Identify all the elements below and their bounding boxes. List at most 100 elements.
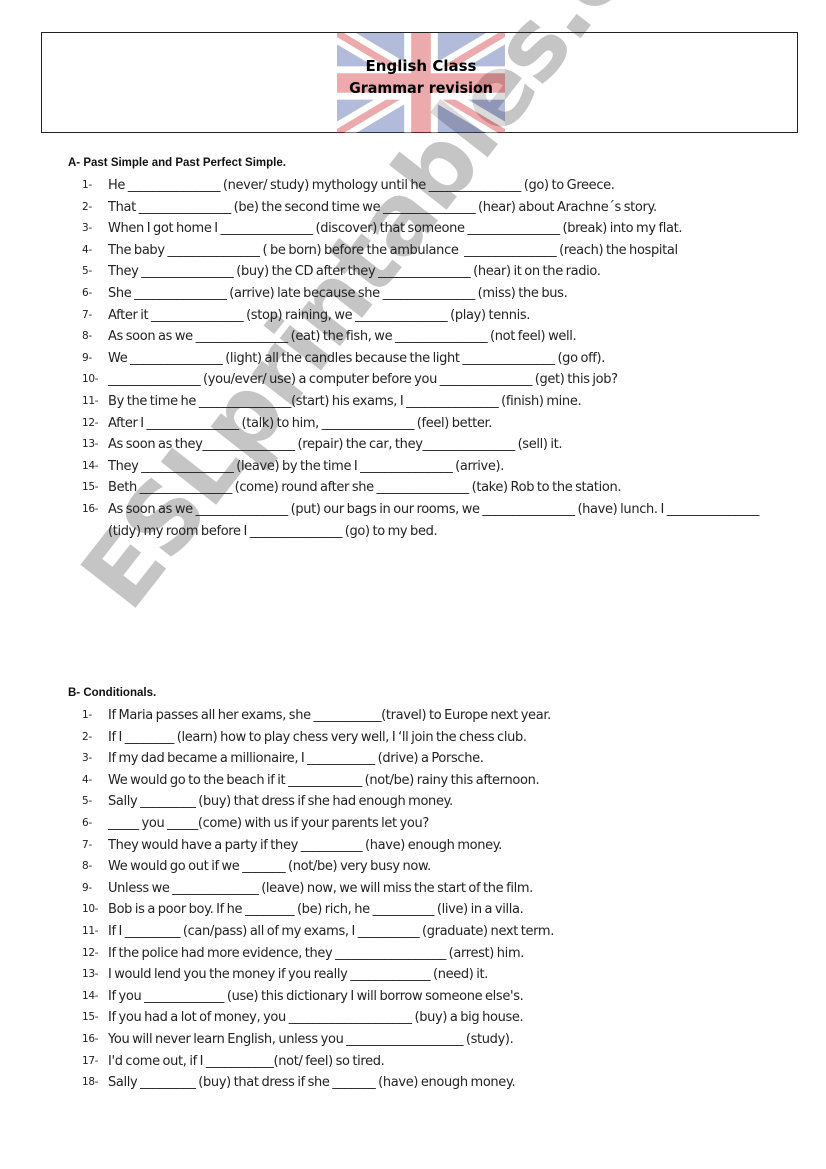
exercise-item: 7- They would have a party if they ______… (68, 835, 768, 857)
item-text: If the police had more evidence, they __… (108, 945, 525, 961)
exercise-item: 5- They _______________ (buy) the CD afte… (68, 261, 768, 283)
exercise-item: 13- I would lend you the money if you rea… (68, 964, 768, 986)
item-text: If you _____________ (use) this dictiona… (108, 988, 524, 1004)
exercise-item: 2- That _______________ (be) the second t… (68, 197, 768, 219)
exercise-item: 3- If my dad became a millionaire, I ____… (68, 748, 768, 770)
item-number: 16- (82, 1032, 99, 1045)
item-number: 18- (82, 1076, 99, 1089)
exercise-item: 11- By the time he _______________(start)… (68, 391, 768, 413)
exercise-item: 16- You will never learn English, unless … (68, 1029, 768, 1051)
item-text: We would go to the beach if it _________… (108, 772, 540, 788)
page-title: English Class (365, 57, 477, 75)
item-text: They would have a party if they ________… (108, 837, 503, 853)
item-text: As soon as they_______________ (repair) … (108, 437, 563, 453)
item-number: 16- (82, 502, 99, 515)
item-text: By the time he _______________(start) hi… (108, 393, 582, 409)
item-number: 15- (82, 481, 99, 494)
item-text: When I got home I _______________ (disco… (108, 221, 683, 237)
item-text: If I _________ (can/pass) all of my exam… (108, 923, 554, 939)
item-text: _____ you _____(come) with us if your pa… (108, 815, 429, 831)
item-number: 14- (82, 459, 99, 472)
section-b-heading: B- Conditionals. (68, 687, 157, 699)
item-number: 5- (82, 265, 92, 278)
exercise-item: 18- Sally _________ (buy) that dress if s… (68, 1072, 768, 1094)
item-number: 12- (82, 416, 99, 429)
exercise-item: 5- Sally _________ (buy) that dress if sh… (68, 791, 768, 813)
exercise-item: 14- They _______________ (leave) by the t… (68, 456, 768, 478)
section-a-heading: A- Past Simple and Past Perfect Simple. (68, 157, 286, 169)
exercise-item: 16- As soon as we _______________ (put) o… (68, 499, 768, 542)
item-number: 9- (82, 881, 92, 894)
exercise-item: 3- When I got home I _______________ (dis… (68, 218, 768, 240)
item-number: 1- (82, 179, 92, 191)
exercise-item: 9- Unless we ______________ (leave) now, … (68, 878, 768, 900)
exercise-item: 11- If I _________ (can/pass) all of my e… (68, 921, 768, 943)
item-text: As soon as we _______________ (put) our … (108, 501, 762, 539)
item-text: Sally _________ (buy) that dress if she … (108, 794, 453, 810)
exercise-item: 12- After I _______________ (talk) to him… (68, 413, 768, 435)
exercise-item: 14- If you _____________ (use) this dicti… (68, 986, 768, 1008)
item-number: 9- (82, 351, 92, 364)
item-text: If I ________ (learn) how to play chess … (108, 729, 527, 745)
item-text: I'd come out, if I ___________(not/ feel… (108, 1053, 385, 1069)
item-text: If my dad became a millionaire, I ______… (108, 751, 484, 767)
item-number: 5- (82, 795, 92, 808)
section-b-list: 1- If Maria passes all her exams, she ___… (68, 705, 768, 1094)
item-text: As soon as we _______________ (eat) the … (108, 329, 577, 345)
item-text: They _______________ (buy) the CD after … (108, 264, 601, 280)
item-number: 3- (82, 752, 92, 765)
item-number: 7- (82, 308, 92, 321)
page-subtitle: Grammar revision (349, 79, 493, 97)
item-number: 17- (82, 1054, 99, 1067)
exercise-item: 13- As soon as they_______________ (repai… (68, 434, 768, 456)
item-number: 4- (82, 243, 92, 256)
item-text: He _______________ (never/ study) mythol… (108, 178, 615, 193)
item-text: They _______________ (leave) by the time… (108, 458, 505, 474)
exercise-item: 1- He _______________ (never/ study) myth… (68, 175, 768, 197)
item-text: The baby _______________ ( be born) befo… (108, 242, 678, 258)
exercise-item: 15- If you had a lot of money, you ______… (68, 1007, 768, 1029)
item-number: 6- (82, 286, 92, 299)
exercise-item: 1- If Maria passes all her exams, she ___… (68, 705, 768, 727)
exercise-item: 8- We would go out if we _______ (not/be)… (68, 856, 768, 878)
header-box: English Class Grammar revision (41, 32, 798, 133)
item-number: 14- (82, 989, 99, 1002)
exercise-item: 4- We would go to the beach if it _______… (68, 770, 768, 792)
item-number: 8- (82, 860, 92, 873)
exercise-item: 4- The baby _______________ ( be born) be… (68, 240, 768, 262)
item-number: 8- (82, 330, 92, 343)
item-text: If you had a lot of money, you _________… (108, 1010, 524, 1026)
item-number: 6- (82, 816, 92, 829)
item-number: 1- (82, 709, 92, 721)
item-text: We _______________ (light) all the candl… (108, 350, 606, 366)
item-text: She _______________ (arrive) late becaus… (108, 285, 568, 301)
item-number: 13- (82, 438, 99, 451)
item-number: 12- (82, 946, 99, 959)
item-text: Sally _________ (buy) that dress if she … (108, 1075, 516, 1091)
exercise-item: 6- She _______________ (arrive) late beca… (68, 283, 768, 305)
exercise-item: 9- We _______________ (light) all the can… (68, 348, 768, 370)
item-text: I would lend you the money if you really… (108, 967, 489, 983)
section-a-list: 1- He _______________ (never/ study) myth… (68, 175, 768, 542)
item-number: 3- (82, 222, 92, 235)
item-number: 10- (82, 903, 99, 916)
item-number: 7- (82, 838, 92, 851)
exercise-item: 10- Bob is a poor boy. If he ________ (be… (68, 899, 768, 921)
exercise-item: 15- Beth _______________ (come) round aft… (68, 477, 768, 499)
item-text: Unless we ______________ (leave) now, we… (108, 880, 533, 896)
item-text: We would go out if we _______ (not/be) v… (108, 859, 431, 875)
item-text: Bob is a poor boy. If he ________ (be) r… (108, 902, 524, 918)
exercise-item: 17- I'd come out, if I ___________(not/ f… (68, 1051, 768, 1073)
exercise-item: 12- If the police had more evidence, they… (68, 943, 768, 965)
exercise-item: 6- _____ you _____(come) with us if your … (68, 813, 768, 835)
exercise-item: 7- After it _______________ (stop) rainin… (68, 305, 768, 327)
item-text: If Maria passes all her exams, she _____… (108, 708, 551, 723)
item-number: 11- (82, 394, 99, 407)
item-text: After it _______________ (stop) raining,… (108, 307, 531, 323)
item-text: You will never learn English, unless you… (108, 1031, 514, 1047)
item-text: Beth _______________ (come) round after … (108, 480, 622, 496)
item-number: 2- (82, 730, 92, 743)
item-number: 11- (82, 924, 99, 937)
item-text: That _______________ (be) the second tim… (108, 199, 657, 215)
exercise-item: 8- As soon as we _______________ (eat) th… (68, 326, 768, 348)
